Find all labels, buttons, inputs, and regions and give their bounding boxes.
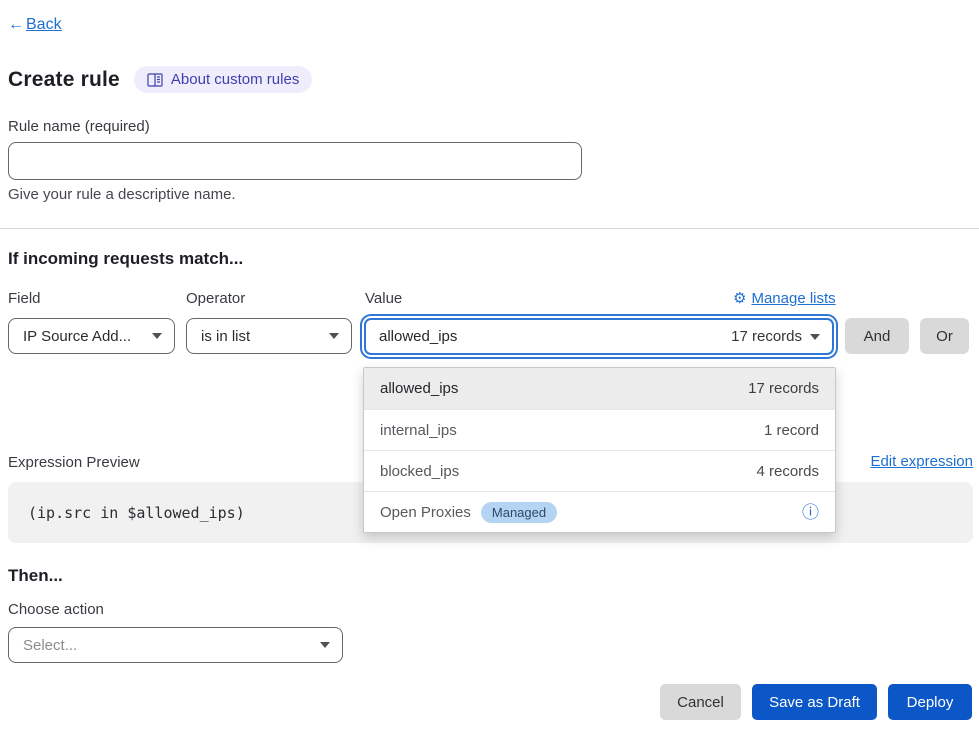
arrow-left-icon: ← <box>8 16 24 34</box>
chevron-down-icon <box>329 333 339 339</box>
rule-name-label: Rule name (required) <box>8 118 150 135</box>
cancel-button[interactable]: Cancel <box>660 684 741 720</box>
choose-action-label: Choose action <box>8 601 104 618</box>
about-custom-rules-link[interactable]: About custom rules <box>134 66 312 93</box>
create-rule-page: ← Back Create rule About custom rules Ru… <box>0 0 979 739</box>
expression-preview-label: Expression Preview <box>8 454 140 471</box>
field-select-value: IP Source Add... <box>23 328 131 345</box>
chevron-down-icon <box>810 334 820 340</box>
field-select[interactable]: IP Source Add... <box>8 318 175 354</box>
or-button[interactable]: Or <box>920 318 969 354</box>
chevron-down-icon <box>320 642 330 648</box>
gear-icon: ⚙ <box>733 291 746 306</box>
field-label: Field <box>8 290 41 307</box>
manage-lists-link[interactable]: ⚙ Manage lists <box>733 290 836 307</box>
list-item-blocked-ips[interactable]: blocked_ips 4 records <box>364 450 835 491</box>
then-section-heading: Then... <box>8 566 63 586</box>
value-select-records: 17 records <box>731 328 802 345</box>
action-select[interactable]: Select... <box>8 627 343 663</box>
match-section-heading: If incoming requests match... <box>8 249 243 269</box>
action-select-placeholder: Select... <box>23 637 77 654</box>
list-item-internal-ips[interactable]: internal_ips 1 record <box>364 409 835 450</box>
value-select-selected: allowed_ips <box>379 328 457 345</box>
page-title: Create rule <box>8 68 120 92</box>
save-as-draft-button[interactable]: Save as Draft <box>752 684 877 720</box>
option-name: internal_ips <box>380 422 457 439</box>
option-name: blocked_ips <box>380 463 459 480</box>
manage-lists-label: Manage lists <box>751 290 835 307</box>
option-name: Open Proxies <box>380 504 471 521</box>
deploy-button[interactable]: Deploy <box>888 684 972 720</box>
expression-code: (ip.src in $allowed_ips) <box>28 504 245 522</box>
option-records: 1 record <box>764 422 819 439</box>
about-badge-label: About custom rules <box>171 71 299 88</box>
chevron-down-icon <box>152 333 162 339</box>
option-name: allowed_ips <box>380 380 458 397</box>
list-item-allowed-ips[interactable]: allowed_ips 17 records <box>364 368 835 409</box>
book-icon <box>147 73 163 87</box>
list-item-open-proxies[interactable]: Open Proxies Managed ⓘ <box>364 491 835 532</box>
value-select[interactable]: allowed_ips 17 records <box>364 318 834 355</box>
value-label: Value <box>365 290 402 307</box>
operator-label: Operator <box>186 290 245 307</box>
title-row: Create rule About custom rules <box>8 66 312 93</box>
option-records: 17 records <box>748 380 819 397</box>
and-button[interactable]: And <box>845 318 909 354</box>
section-divider <box>0 228 979 229</box>
edit-expression-link[interactable]: Edit expression <box>870 453 973 470</box>
info-icon[interactable]: ⓘ <box>802 504 819 521</box>
back-link[interactable]: ← Back <box>8 16 62 34</box>
managed-badge: Managed <box>481 502 557 523</box>
rule-name-helper: Give your rule a descriptive name. <box>8 186 236 203</box>
option-records: 4 records <box>756 463 819 480</box>
rule-name-input[interactable] <box>8 142 582 180</box>
operator-select[interactable]: is in list <box>186 318 352 354</box>
value-dropdown-panel: allowed_ips 17 records internal_ips 1 re… <box>363 367 836 533</box>
operator-select-value: is in list <box>201 328 250 345</box>
back-link-label: Back <box>26 16 62 34</box>
